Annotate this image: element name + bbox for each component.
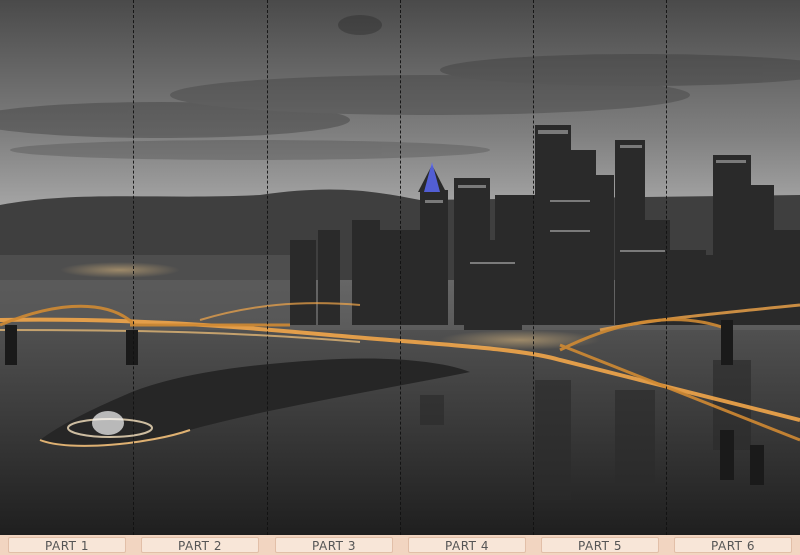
- part-label-2: PART 2: [141, 537, 259, 553]
- city-night-photo: [0, 0, 800, 535]
- part-labels-bar: PART 1 PART 2 PART 3 PART 4 PART 5 PART …: [0, 535, 800, 555]
- part-label-3: PART 3: [275, 537, 393, 553]
- fountain: [92, 411, 124, 435]
- part-label-5: PART 5: [541, 537, 659, 553]
- part-label-4: PART 4: [408, 537, 526, 553]
- panel-divider: [267, 0, 268, 535]
- part-label-6: PART 6: [674, 537, 792, 553]
- wallpaper-preview: PART 1 PART 2 PART 3 PART 4 PART 5 PART …: [0, 0, 800, 555]
- part-label-1: PART 1: [8, 537, 126, 553]
- panel-divider: [666, 0, 667, 535]
- panel-divider: [400, 0, 401, 535]
- panel-divider: [533, 0, 534, 535]
- panel-divider: [133, 0, 134, 535]
